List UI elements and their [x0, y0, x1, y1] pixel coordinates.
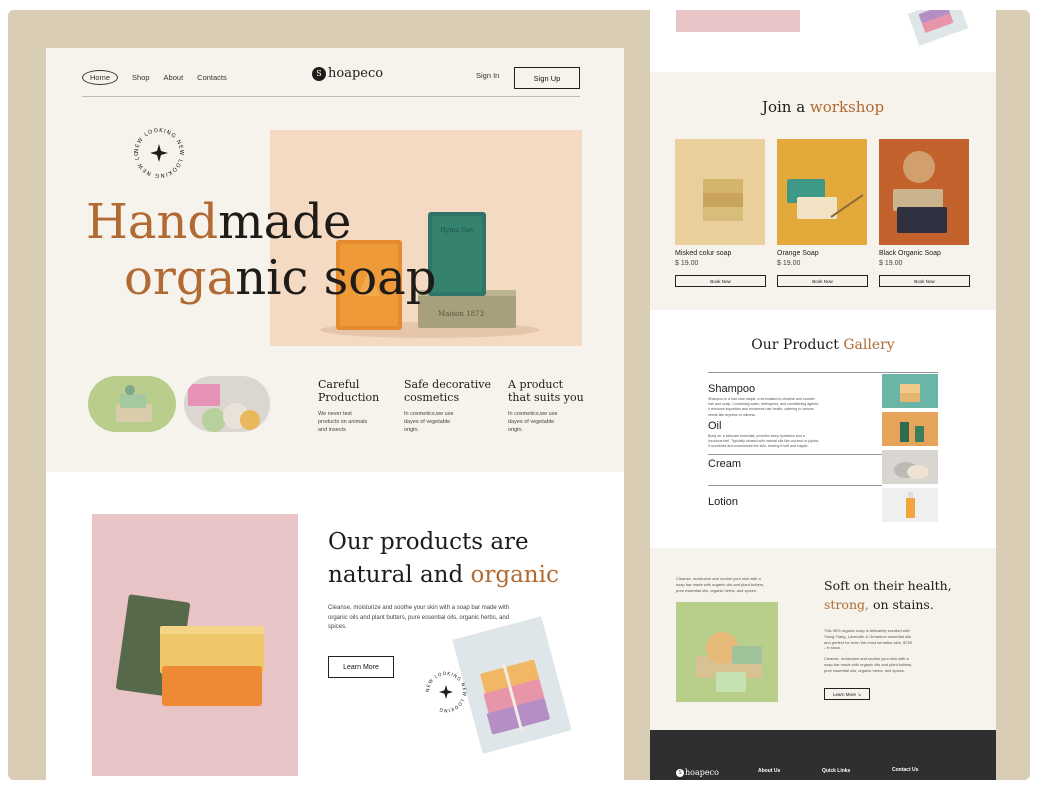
workshop-card-image: [675, 139, 765, 245]
logo-mark-icon: S: [312, 66, 326, 81]
products-title-plain: natural and: [328, 562, 471, 588]
workshop-title-plain: Join a: [761, 98, 810, 116]
nav-shop[interactable]: Shop: [132, 73, 150, 82]
footer: S hoapeco About Us Quick Links Contact U…: [650, 730, 996, 780]
products-badge: NEW LOOKING NEW LOOKING: [424, 670, 468, 714]
feature-safe: Safe decorative cosmetics In cosmetics,w…: [404, 378, 494, 434]
nav-contacts[interactable]: Contacts: [197, 73, 227, 82]
sparkle-icon: [439, 685, 453, 699]
sparkle-icon: [150, 144, 168, 162]
soap-stamp-text-1: Maison 1873: [438, 310, 484, 318]
book-now-button[interactable]: Book Now: [777, 275, 868, 287]
health-learn-more-button[interactable]: Learn More ↘: [824, 688, 870, 700]
feature-desc: In cosmetics,we use dayes of vegetable o…: [508, 411, 558, 433]
workshop-card-name: Misked colur soap: [675, 250, 732, 257]
gallery-thumb-cream[interactable]: [882, 450, 938, 484]
products-title: Our products are natural and organic: [328, 526, 559, 592]
gallery-divider: [708, 372, 938, 373]
presentation-frame: Home Shop About Contacts S hoapeco Sign …: [8, 10, 1030, 780]
book-now-button[interactable]: Book Now: [879, 275, 970, 287]
nav-about[interactable]: About: [164, 73, 184, 82]
header-divider: [82, 96, 580, 97]
health-title: Soft on their health, strong, on stains.: [824, 576, 952, 614]
footer-logo-text: hoapeco: [685, 768, 719, 777]
feature-title: Careful Production: [318, 378, 380, 404]
gallery-thumb-lotion[interactable]: [882, 488, 938, 522]
health-title-rest: on stains.: [868, 597, 934, 612]
footer-column-contact[interactable]: Contact Us: [892, 767, 918, 773]
products-title-accent: organic: [470, 562, 559, 588]
products-image: [92, 514, 298, 776]
soap-stamp-text-2: Hyma Day: [440, 226, 475, 234]
feature-suits: A product that suits you In cosmetics,we…: [508, 378, 588, 434]
learn-more-button[interactable]: Learn More: [328, 656, 394, 678]
gallery-thumb-shampoo[interactable]: [882, 374, 938, 408]
health-para-1: This 98% organic soap is delicately scen…: [824, 628, 913, 651]
products-title-line1: Our products are: [328, 529, 529, 555]
landing-page-main: Home Shop About Contacts S hoapeco Sign …: [46, 48, 624, 780]
gallery-item-label[interactable]: Cream: [708, 458, 741, 470]
workshop-card-price: $ 19.00: [879, 260, 903, 267]
feature-title: Safe decorative cosmetics: [404, 378, 491, 404]
top-pink-block: [676, 10, 800, 32]
health-left-desc: Cleanse, moisturize and soothe your skin…: [676, 576, 765, 593]
hero-title-rest-2: nic soap: [235, 250, 437, 306]
hero-title-rest-1: made: [218, 194, 352, 250]
feature-title: A product that suits you: [508, 378, 584, 404]
pill-image-green-soap: [88, 376, 176, 432]
pill-image-color-soaps: [184, 376, 270, 432]
brand-logo[interactable]: S hoapeco: [312, 66, 383, 81]
health-title-line1: Soft on their health,: [824, 578, 952, 593]
gallery-title: Our Product Gallery: [650, 337, 996, 353]
gallery-divider: [708, 454, 882, 455]
footer-logo-icon: S: [676, 768, 684, 777]
sign-up-button[interactable]: Sign Up: [514, 67, 580, 89]
gallery-item-desc: Shampoo is a hair care staple, a formula…: [708, 397, 820, 417]
landing-page-secondary: Join a workshop Misked colur soap $ 19.0…: [650, 10, 996, 780]
workshop-card-name: Orange Soap: [777, 250, 819, 257]
footer-column-about[interactable]: About Us: [758, 768, 780, 774]
workshop-section: Join a workshop Misked colur soap $ 19.0…: [650, 72, 996, 310]
gallery-item-label[interactable]: Oil: [708, 420, 721, 432]
gallery-section: Our Product Gallery Shampoo Shampoo is a…: [650, 310, 996, 548]
arrow-down-right-icon: ↘: [857, 692, 862, 697]
footer-column-links[interactable]: Quick Links: [822, 768, 850, 774]
feature-desc: We never test products on animals and in…: [318, 411, 368, 433]
health-para-2: Cleanse, moisturize and soothe your skin…: [824, 656, 913, 673]
gallery-thumb-oil[interactable]: [882, 412, 938, 446]
hero-title-accent-1: Hand: [86, 194, 219, 250]
products-section: Our products are natural and organic Cle…: [46, 472, 624, 780]
gallery-title-plain: Our Product: [751, 337, 844, 353]
top-nav: Home Shop About Contacts: [82, 70, 227, 85]
gallery-item-desc: Body oil, a skincare essential, provides…: [708, 434, 819, 449]
hero-title-accent-2: orga: [124, 250, 236, 306]
gallery-item-label[interactable]: Lotion: [708, 496, 738, 508]
workshop-card-price: $ 19.00: [777, 260, 801, 267]
book-now-button[interactable]: Book Now: [675, 275, 766, 287]
workshop-card-image: [879, 139, 969, 245]
new-looking-badge: NEW LOOKING NEW LOOKING NEW LOOKING: [129, 122, 186, 180]
health-title-accent: strong,: [824, 597, 869, 612]
workshop-title: Join a workshop: [650, 98, 996, 116]
sign-in-link[interactable]: Sign In: [476, 71, 499, 80]
health-image: [676, 602, 778, 702]
gallery-item-label[interactable]: Shampoo: [708, 383, 755, 395]
health-learn-more-label: Learn More: [832, 692, 856, 697]
top-soap-image: [907, 10, 969, 46]
workshop-card-name: Black Organic Soap: [879, 250, 941, 257]
feature-careful: Careful Production We never test product…: [318, 378, 400, 434]
gallery-title-accent: Gallery: [843, 337, 895, 353]
hero-title: Handmade organic soap: [86, 194, 436, 306]
footer-logo[interactable]: S hoapeco: [676, 768, 719, 777]
workshop-card-price: $ 19.00: [675, 260, 699, 267]
workshop-card-image: [777, 139, 867, 245]
nav-home[interactable]: Home: [82, 70, 119, 85]
health-section: Cleanse, moisturize and soothe your skin…: [650, 548, 996, 730]
logo-text: hoapeco: [328, 66, 384, 81]
gallery-divider: [708, 485, 882, 486]
workshop-title-accent: workshop: [809, 98, 885, 116]
products-image-stacked-soaps: [452, 616, 572, 754]
feature-desc: In cosmetics,we use dayes of vegetable o…: [404, 411, 454, 433]
